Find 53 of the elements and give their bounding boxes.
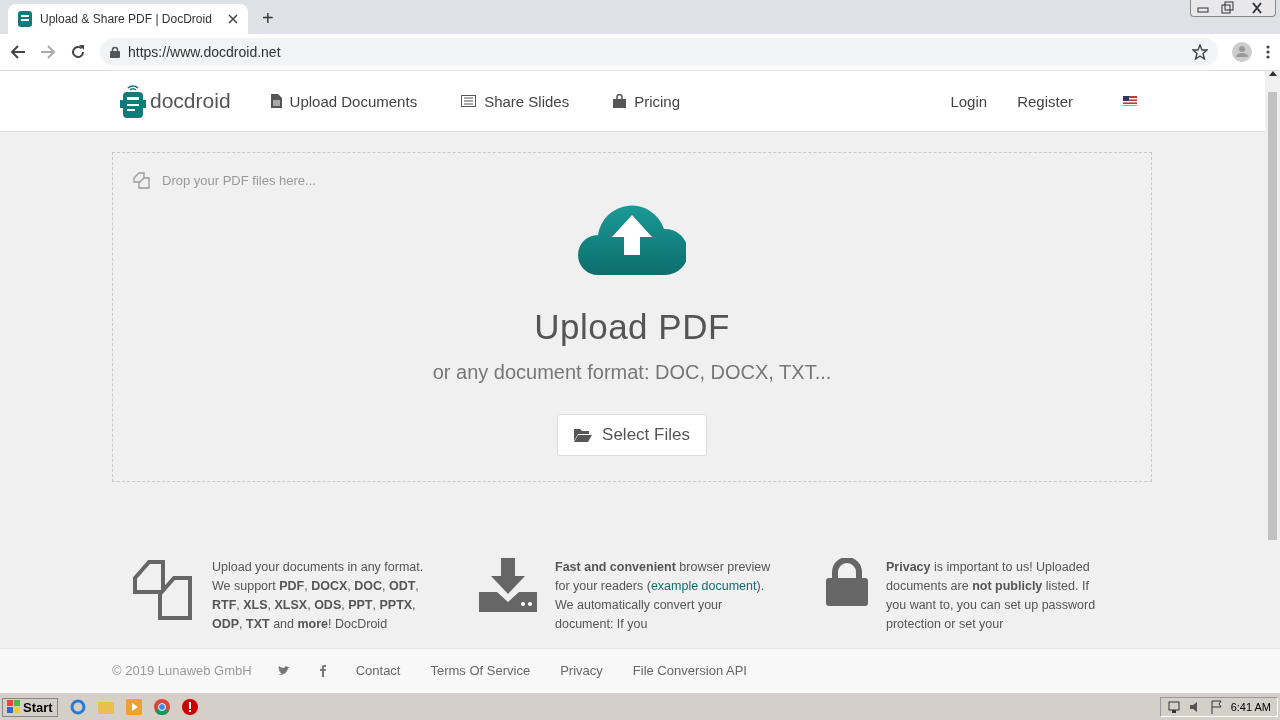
- upload-title: Upload PDF: [534, 307, 730, 347]
- flag-icon[interactable]: [1123, 96, 1137, 106]
- nav-link[interactable]: Upload Documents: [270, 92, 418, 110]
- profile-icon[interactable]: [1232, 42, 1252, 62]
- folder-icon: [574, 428, 593, 442]
- example-document-link[interactable]: example document: [650, 579, 757, 593]
- documents-icon: [132, 558, 194, 620]
- feature-text: Fast and convenient browser preview for your readers (example document). We automatically convert your document: If you: [555, 559, 772, 633]
- docdroid-logo[interactable]: docdroid: [120, 82, 231, 120]
- windows-logo-icon: [7, 700, 21, 714]
- address-bar[interactable]: https://www.docdroid.net: [100, 38, 1218, 66]
- footer-link[interactable]: Contact: [355, 663, 401, 678]
- footer-link[interactable]: File Conversion API: [632, 663, 747, 678]
- twitter-icon[interactable]: [277, 665, 290, 676]
- ie-icon[interactable]: [69, 699, 86, 715]
- reload-icon[interactable]: [70, 44, 86, 60]
- select-files-button[interactable]: Select Files: [557, 414, 707, 456]
- chrome-icon[interactable]: [153, 699, 170, 715]
- lock-icon: [826, 558, 868, 606]
- feature-text: Upload your documents in any format. We support PDF, DOCX, DOC, ODT, RTF, XLS, XLSX, ODS, PPT, PPTX, ODP, TXT and more! DocDroid: [212, 559, 425, 633]
- scroll-up-icon[interactable]: [1268, 71, 1277, 76]
- document-icon: [270, 94, 282, 108]
- start-button[interactable]: Start: [2, 697, 58, 717]
- nav-link[interactable]: Share Slides: [461, 92, 570, 110]
- login-link[interactable]: Login: [950, 92, 988, 110]
- new-tab-button[interactable]: +: [262, 7, 274, 30]
- footer-link[interactable]: Terms Of Service: [430, 663, 531, 678]
- menu-icon[interactable]: [1266, 45, 1270, 59]
- scrollbar-thumb[interactable]: [1268, 92, 1277, 540]
- footer-link[interactable]: Privacy: [560, 663, 603, 678]
- feature-text: Privacy is important to us! Uploaded documents are not publicly listed. If you want to, you can set up password protection or set your: [886, 559, 1097, 633]
- stop-icon[interactable]: [181, 699, 198, 715]
- browser-tab[interactable]: Upload & Share PDF | DocDroid: [8, 4, 248, 34]
- close-icon[interactable]: [228, 14, 238, 24]
- robot-icon: [18, 11, 32, 27]
- back-icon[interactable]: [10, 44, 26, 60]
- copyright: © 2019 Lunaweb GmbH: [112, 663, 252, 678]
- slides-icon: [461, 95, 477, 107]
- shopping-bag-icon: [613, 94, 627, 108]
- robot-icon: [120, 82, 146, 120]
- drop-hint: Drop your PDF files here...: [162, 173, 316, 188]
- files-icon: [133, 172, 150, 189]
- flag-icon[interactable]: [1210, 700, 1223, 714]
- facebook-icon[interactable]: [319, 664, 326, 677]
- lock-icon: [110, 46, 120, 58]
- star-icon[interactable]: [1192, 44, 1208, 60]
- network-icon[interactable]: [1166, 700, 1181, 714]
- clock: 6:41 AM: [1230, 701, 1271, 713]
- nav-link[interactable]: Pricing: [613, 92, 681, 110]
- upload-subtitle: or any document format: DOC, DOCX, TXT...: [432, 361, 832, 384]
- register-link[interactable]: Register: [1017, 92, 1073, 110]
- download-icon: [479, 558, 537, 612]
- drop-zone[interactable]: Drop your PDF files here... Upload PDF or any document format: DOC, DOCX, TXT... Select Files: [112, 152, 1152, 482]
